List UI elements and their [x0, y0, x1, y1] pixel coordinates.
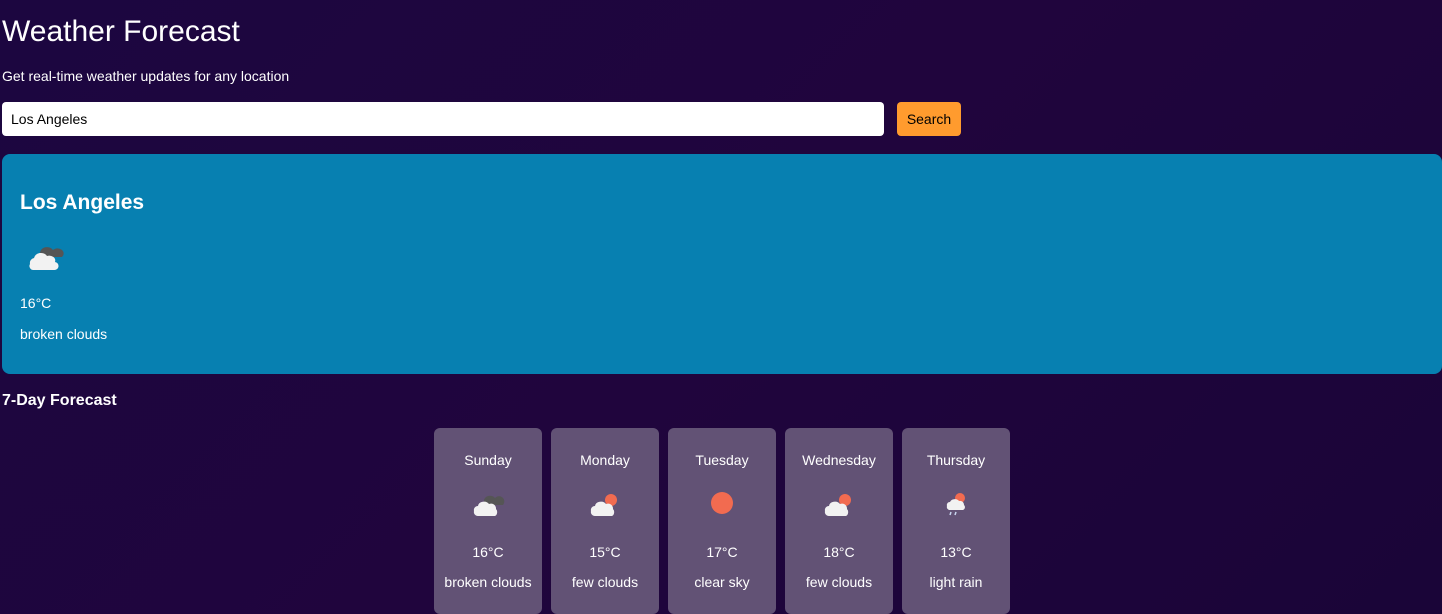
- forecast-description: few clouds: [571, 574, 639, 590]
- page-subtitle: Get real-time weather updates for any lo…: [2, 68, 290, 84]
- forecast-description: clear sky: [694, 574, 750, 590]
- forecast-temperature: 17°C: [706, 544, 738, 560]
- current-description: broken clouds: [20, 326, 108, 342]
- forecast-description: few clouds: [805, 574, 873, 590]
- forecast-card-monday: Monday 15°C few clouds: [551, 428, 659, 614]
- few-clouds-icon: [819, 486, 859, 520]
- forecast-temperature: 15°C: [589, 544, 621, 560]
- current-city: Los Angeles: [20, 191, 145, 214]
- forecast-day: Thursday: [926, 452, 986, 468]
- broken-clouds-icon: [22, 238, 68, 276]
- forecast-card-thursday: Thursday 13°C light rain: [902, 428, 1010, 614]
- forecast-day: Monday: [580, 452, 630, 468]
- current-weather-card: Los Angeles 16°C broken clouds: [2, 154, 1442, 374]
- forecast-day: Tuesday: [695, 452, 749, 468]
- search-input[interactable]: [2, 102, 884, 136]
- few-clouds-icon: [585, 486, 625, 520]
- forecast-list: Sunday 16°C broken clouds Monday 15°C fe…: [434, 428, 1010, 614]
- forecast-day: Wednesday: [802, 452, 876, 468]
- page-title: Weather Forecast: [2, 15, 240, 48]
- forecast-temperature: 13°C: [940, 544, 972, 560]
- forecast-day: Sunday: [464, 452, 512, 468]
- broken-clouds-icon: [468, 486, 508, 520]
- forecast-heading: 7-Day Forecast: [2, 392, 117, 409]
- current-temperature: 16°C: [20, 295, 52, 311]
- clear-sky-icon: [702, 486, 742, 520]
- forecast-card-tuesday: Tuesday 17°C clear sky: [668, 428, 776, 614]
- forecast-card-wednesday: Wednesday 18°C few clouds: [785, 428, 893, 614]
- forecast-temperature: 18°C: [823, 544, 855, 560]
- light-rain-icon: [936, 486, 976, 520]
- forecast-description: broken clouds: [444, 574, 532, 590]
- forecast-temperature: 16°C: [472, 544, 504, 560]
- forecast-description: light rain: [929, 574, 983, 590]
- search-button[interactable]: Search: [897, 102, 961, 136]
- forecast-card-sunday: Sunday 16°C broken clouds: [434, 428, 542, 614]
